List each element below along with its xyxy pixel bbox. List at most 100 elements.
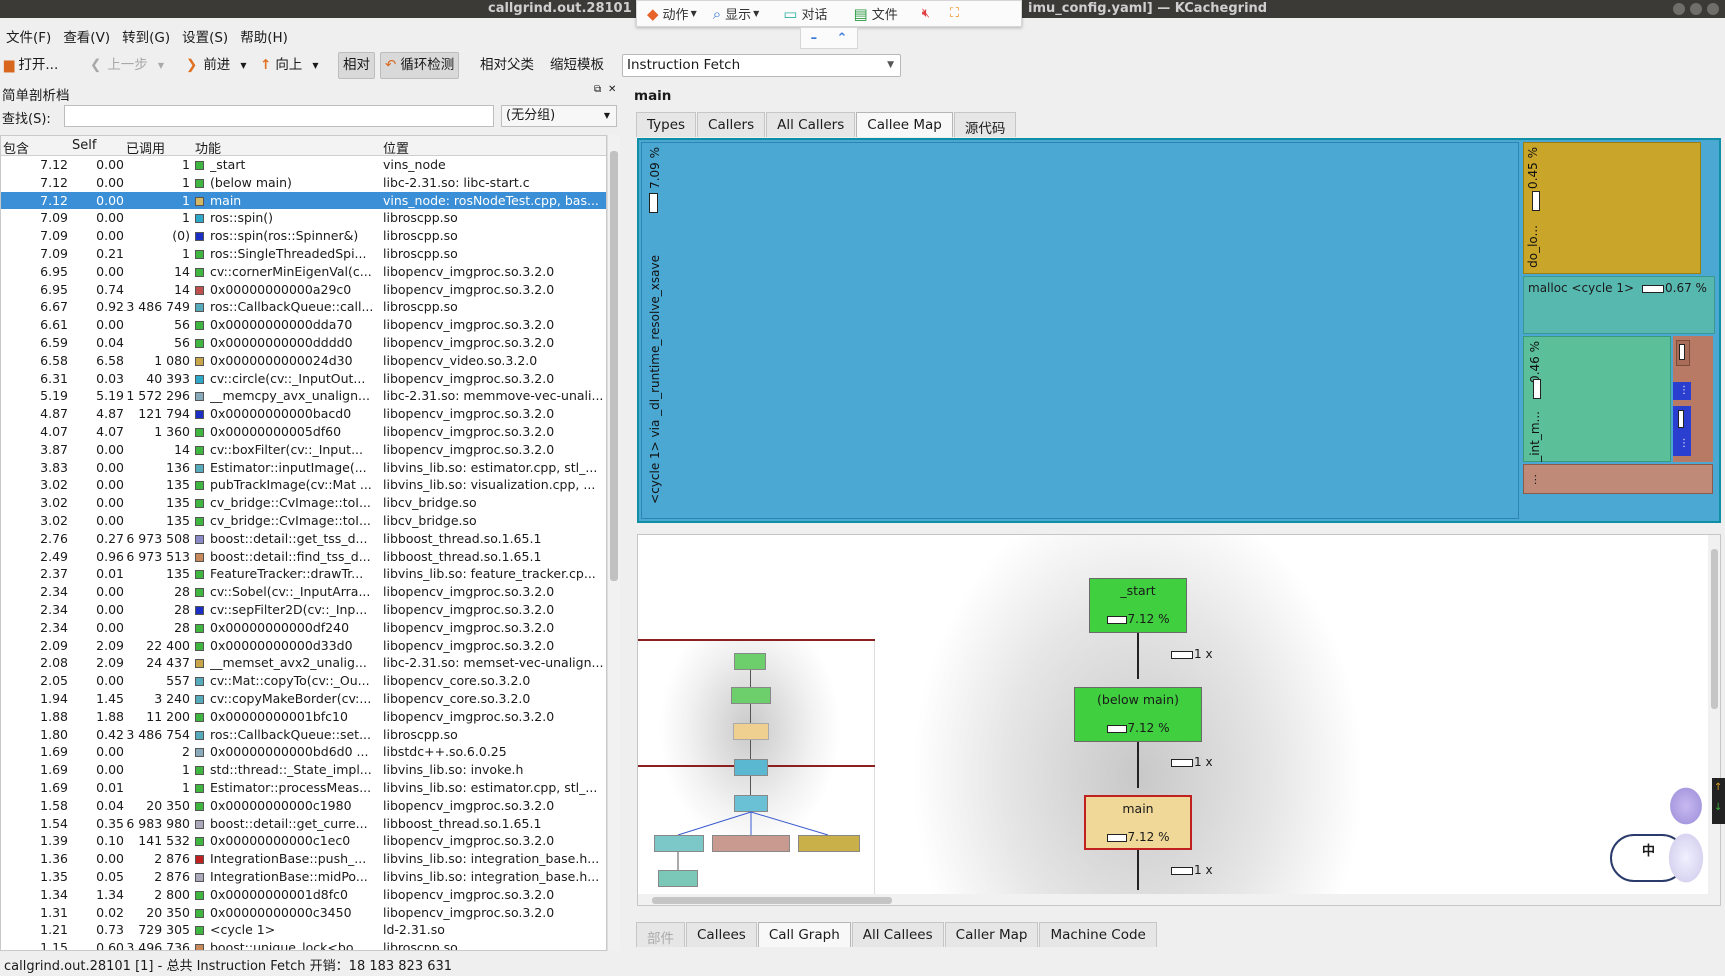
cycle-detection-toggle[interactable]: ↶ 循环检测: [380, 52, 460, 79]
relative-parent-toggle[interactable]: 相对父类: [480, 52, 534, 79]
tab-callees[interactable]: Callees: [686, 922, 757, 947]
table-row[interactable]: 1.34 1.34 2 800 0x00000000001d8fc0 libopencv…: [1, 886, 606, 904]
menu-go[interactable]: 转到(G): [116, 22, 170, 46]
table-row[interactable]: 2.76 0.27 6 973 508 boost::detail::get_tss_…: [1, 530, 606, 548]
tab-source[interactable]: 源代码: [953, 112, 1017, 137]
table-row[interactable]: 1.88 1.88 11 200 0x00000000001bfc10 libopenc…: [1, 708, 606, 726]
table-row[interactable]: 1.54 0.35 6 983 980 boost::detail::get_curr…: [1, 815, 606, 833]
col-function[interactable]: 功能: [195, 138, 221, 157]
table-row[interactable]: 1.39 0.10 141 532 0x00000000000c1ec0 libopen…: [1, 832, 606, 850]
table-row[interactable]: 7.12 0.00 1 (below main) libc-2.31.so: libc-…: [1, 174, 606, 192]
table-row[interactable]: 2.09 2.09 22 400 0x00000000000d33d0 libopenc…: [1, 637, 606, 655]
graph-node-main[interactable]: main 7.12 %: [1084, 795, 1192, 850]
table-row[interactable]: 1.58 0.04 20 350 0x00000000000c1980 libopenc…: [1, 797, 606, 815]
table-scrollbar[interactable]: [607, 135, 620, 951]
table-row[interactable]: 3.87 0.00 14 cv::boxFilter(cv::_Input... lib…: [1, 441, 606, 459]
tab-all-callees[interactable]: All Callees: [851, 922, 944, 947]
graph-hscroll[interactable]: [638, 894, 1708, 905]
ime-arrows[interactable]: ↑ ↓: [1712, 778, 1725, 824]
menu-view[interactable]: 查看(V): [57, 22, 110, 46]
table-row[interactable]: 1.94 1.45 3 240 cv::copyMakeBorder(cv:... li…: [1, 690, 606, 708]
col-inclusive[interactable]: 包含: [3, 138, 29, 157]
table-row[interactable]: 1.69 0.00 1 std::thread::_State_impl... libv…: [1, 761, 606, 779]
table-row[interactable]: 1.69 0.01 1 Estimator::processMeas... libvin…: [1, 779, 606, 797]
table-row[interactable]: 2.34 0.00 28 0x00000000000df240 libopencv_im…: [1, 619, 606, 637]
callee-map-malloc-block[interactable]: malloc <cycle 1> 0.67 %: [1523, 276, 1715, 334]
graph-node-start[interactable]: _start 7.12 %: [1089, 578, 1187, 633]
table-row[interactable]: 6.59 0.04 56 0x00000000000dddd0 libopencv_im…: [1, 334, 606, 352]
table-row[interactable]: 1.69 0.00 2 0x00000000000bd6d0 ... libstdc++…: [1, 743, 606, 761]
search-input[interactable]: [64, 105, 494, 127]
table-row[interactable]: 2.37 0.01 135 FeatureTracker::drawTr... libv…: [1, 565, 606, 583]
table-row[interactable]: 6.61 0.00 56 0x00000000000dda70 libopencv_im…: [1, 316, 606, 334]
menu-settings[interactable]: 设置(S): [176, 22, 228, 46]
table-row[interactable]: 3.83 0.00 136 Estimator::inputImage(... libv…: [1, 459, 606, 477]
table-row[interactable]: 1.15 0.60 3 496 736 boost::unique_lock<bo..…: [1, 939, 606, 950]
col-self[interactable]: Self: [72, 138, 96, 153]
table-row[interactable]: 7.12 0.00 1 _start vins_node: [1, 156, 606, 174]
table-row[interactable]: 2.34 0.00 28 cv::sepFilter2D(cv::_Inp... lib…: [1, 601, 606, 619]
chevron-up-icon[interactable]: ⌃: [836, 31, 847, 46]
close-panel-icon[interactable]: ✕: [608, 84, 616, 95]
maximize-button[interactable]: [1690, 3, 1702, 15]
table-row[interactable]: 2.49 0.96 6 973 513 boost::detail::find_tss…: [1, 548, 606, 566]
col-location[interactable]: 位置: [383, 138, 409, 157]
ime-widget[interactable]: 中 ↑ ↓: [1608, 778, 1725, 893]
table-row[interactable]: 6.58 6.58 1 080 0x0000000000024d30 libopencv…: [1, 352, 606, 370]
callee-map-bottom-block[interactable]: ⋮: [1523, 464, 1713, 494]
tab-types[interactable]: Types: [636, 112, 697, 137]
file-button[interactable]: ▤ 文件: [854, 4, 898, 24]
up-button[interactable]: ↑ 向上 ▼: [260, 52, 318, 79]
table-row[interactable]: 3.02 0.00 135 cv_bridge::CvImage::toI... lib…: [1, 494, 606, 512]
table-row[interactable]: 4.87 4.87 121 794 0x00000000000bacd0 libopen…: [1, 405, 606, 423]
table-row[interactable]: 7.09 0.00 (0) ros::spin(ros::Spinner&) libro…: [1, 227, 606, 245]
fullscreen-icon[interactable]: ⛶: [950, 6, 959, 21]
graph-node-below-main[interactable]: (below main) 7.12 %: [1074, 687, 1202, 742]
forward-button[interactable]: ❯ 前进 ▼: [186, 52, 246, 79]
col-called[interactable]: 已调用: [126, 138, 165, 157]
float-panel-icon[interactable]: ⧉: [594, 84, 601, 95]
callee-map-int-m-block[interactable]: _int_m... 0.46 %: [1523, 336, 1671, 462]
tab-call-graph[interactable]: Call Graph: [757, 922, 851, 947]
group-select[interactable]: (无分组) ▼: [501, 105, 617, 127]
table-row[interactable]: 5.19 5.19 1 572 296 __memcpy_avx_unalign...…: [1, 387, 606, 405]
action-menu[interactable]: ◆ 动作 ▼: [647, 4, 697, 24]
table-row[interactable]: 2.08 2.09 24 437 __memset_avx2_unalig... lib…: [1, 654, 606, 672]
close-button[interactable]: [1707, 3, 1719, 15]
table-row[interactable]: 3.02 0.00 135 pubTrackImage(cv::Mat ... libv…: [1, 476, 606, 494]
table-row[interactable]: 1.35 0.05 2 876 IntegrationBase::midPo... li…: [1, 868, 606, 886]
tab-callers[interactable]: Callers: [697, 112, 766, 137]
table-row[interactable]: 2.34 0.00 28 cv::Sobel(cv::_InputArra... lib…: [1, 583, 606, 601]
call-graph[interactable]: _start 7.12 % 1 x (below main) 7.12 % 1 …: [637, 534, 1721, 906]
shorten-templates-toggle[interactable]: 缩短模板: [550, 52, 604, 79]
display-menu[interactable]: ⌕ 显示 ▼: [713, 4, 760, 24]
back-button[interactable]: ❮ 上一步 ▼: [90, 52, 164, 79]
table-row[interactable]: 1.36 0.00 2 876 IntegrationBase::push_... li…: [1, 850, 606, 868]
minimize-button[interactable]: [1673, 3, 1685, 15]
table-row[interactable]: 4.07 4.07 1 360 0x00000000005df60 libopencv_…: [1, 423, 606, 441]
collapse-icon[interactable]: –: [811, 31, 818, 46]
tab-caller-map[interactable]: Caller Map: [944, 922, 1039, 947]
table-row[interactable]: 1.21 0.73 729 305 <cycle 1> ld-2.31.so: [1, 921, 606, 939]
table-row[interactable]: 6.67 0.92 3 486 749 ros::CallbackQueue::cal…: [1, 298, 606, 316]
callee-map-main-block[interactable]: <cycle 1> via _dl_runtime_resolve_xsave …: [641, 142, 1519, 519]
table-row[interactable]: 6.31 0.03 40 393 cv::circle(cv::_InputOut..…: [1, 370, 606, 388]
table-row[interactable]: 7.12 0.00 1 main vins_node: rosNodeTest.cpp,…: [1, 191, 606, 210]
relative-toggle[interactable]: 相对: [338, 52, 375, 79]
mute-icon[interactable]: 🔇︎: [922, 6, 930, 21]
table-row[interactable]: 6.95 0.00 14 cv::cornerMinEigenVal(c... libo…: [1, 263, 606, 281]
tab-all-callers[interactable]: All Callers: [766, 112, 856, 137]
scrollbar-thumb[interactable]: [610, 151, 618, 581]
menu-file[interactable]: 文件(F): [0, 22, 51, 46]
event-type-select[interactable]: Instruction Fetch ▼: [622, 54, 901, 77]
graph-overview[interactable]: [638, 639, 875, 905]
tab-callee-map[interactable]: Callee Map: [856, 112, 953, 137]
table-row[interactable]: 2.05 0.00 557 cv::Mat::copyTo(cv::_Ou... lib…: [1, 672, 606, 690]
table-row[interactable]: 1.31 0.02 20 350 0x00000000000c3450 libopenc…: [1, 904, 606, 922]
open-button[interactable]: ▆ 打开...: [4, 52, 58, 79]
tab-parts[interactable]: 部件: [636, 922, 685, 947]
menu-help[interactable]: 帮助(H): [234, 22, 288, 46]
callee-map-do-lo-block[interactable]: do_lo... 0.45 %: [1523, 142, 1701, 274]
table-row[interactable]: 1.80 0.42 3 486 754 ros::CallbackQueue::set…: [1, 726, 606, 744]
table-row[interactable]: 3.02 0.00 135 cv_bridge::CvImage::toI... lib…: [1, 512, 606, 530]
